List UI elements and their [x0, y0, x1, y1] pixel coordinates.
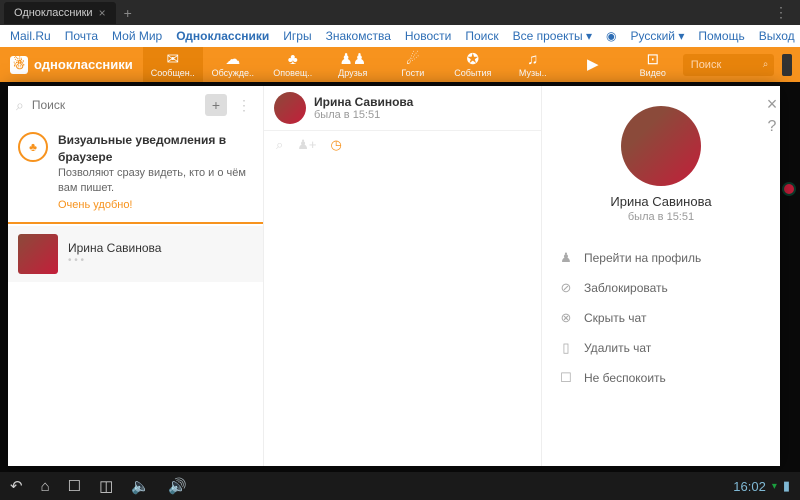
wifi-icon: ▾	[772, 481, 777, 492]
close-icon[interactable]: ×	[99, 6, 106, 20]
block-icon: ⊘	[558, 280, 574, 296]
more-icon[interactable]: ⋮	[233, 97, 255, 114]
profile-panel: Ирина Савинова была в 15:51 ♟Перейти на …	[541, 86, 780, 466]
portal-links: Mail.Ru Почта Мой Мир Одноклассники Игры…	[0, 25, 800, 47]
nav-friends[interactable]: ♟♟Друзья	[323, 47, 383, 82]
bg-indicator-icon	[782, 182, 796, 196]
chat-tools: ⌕ ♟+ ◷	[264, 131, 541, 159]
messages-modal: × ? ⌕ + ⋮ ♣ Визуальные уведомления в бра…	[8, 86, 780, 466]
search-icon: ⌕	[16, 97, 24, 114]
trash-icon: ▯	[558, 340, 574, 356]
play-icon: ▶	[587, 57, 599, 72]
user-avatar[interactable]	[782, 54, 792, 76]
link-help[interactable]: Помощь	[698, 29, 744, 43]
dnd-icon: ☐	[558, 370, 574, 386]
chat-panel: Ирина Савинова была в 15:51 ⌕ ♟+ ◷	[264, 86, 541, 466]
chat-icon: ☁	[225, 52, 240, 67]
link-mailru[interactable]: Mail.Ru	[10, 29, 51, 43]
nav-music[interactable]: ♫Музы..	[503, 47, 563, 82]
nav-notifications[interactable]: ♣Оповещ..	[263, 47, 323, 82]
link-news[interactable]: Новости	[405, 29, 451, 43]
new-tab-button[interactable]: +	[116, 5, 140, 21]
help-button[interactable]: ?	[762, 118, 782, 136]
link-moimir[interactable]: Мой Мир	[112, 29, 162, 43]
group-icon[interactable]: ♟+	[297, 137, 316, 153]
chat-name: Ирина Савинова	[68, 241, 161, 255]
search-icon[interactable]: ⌕	[276, 137, 283, 153]
tab-title: Одноклассники	[14, 7, 93, 19]
notif-title: Визуальные уведомления в браузере	[58, 132, 253, 166]
nav-guests[interactable]: ☄Гости	[383, 47, 443, 82]
nav-messages[interactable]: ✉Сообщен..	[143, 47, 203, 82]
nav-search[interactable]: ⌕	[683, 54, 775, 76]
browser-notif-banner[interactable]: ♣ Визуальные уведомления в браузере Позв…	[8, 124, 263, 224]
link-search[interactable]: Поиск	[465, 29, 498, 43]
person-icon: ♟	[558, 250, 574, 266]
nav-discussions[interactable]: ☁Обсужде..	[203, 47, 263, 82]
chat-list-item[interactable]: Ирина Савинова • • •	[8, 226, 263, 282]
chat-title[interactable]: Ирина Савинова	[314, 95, 413, 109]
action-hide[interactable]: ⊗Скрыть чат	[556, 303, 766, 333]
bell-icon: ♣	[288, 52, 298, 67]
main-nav: ☃ одноклассники ✉Сообщен.. ☁Обсужде.. ♣О…	[0, 47, 800, 82]
clock: 16:02	[733, 479, 766, 494]
nav-play[interactable]: ▶	[563, 47, 623, 82]
music-icon: ♫	[527, 52, 538, 67]
action-profile[interactable]: ♟Перейти на профиль	[556, 243, 766, 273]
menu-icon[interactable]: ⋮	[766, 4, 796, 21]
hide-icon: ⊗	[558, 310, 574, 326]
typing-dots: • • •	[68, 255, 161, 266]
battery-icon: ▮	[783, 478, 790, 494]
profile-avatar[interactable]	[621, 106, 701, 186]
video-icon: ⊡	[646, 52, 659, 67]
search-icon[interactable]: ⌕	[763, 59, 769, 70]
ok-icon: ☃	[10, 56, 28, 74]
link-lang[interactable]: Русский ▾	[630, 29, 684, 43]
volume-up-icon[interactable]: 🔊	[168, 477, 187, 495]
nav-events[interactable]: ✪События	[443, 47, 503, 82]
action-dnd[interactable]: ☐Не беспокоить	[556, 363, 766, 393]
friends-icon: ♟♟	[339, 52, 366, 67]
nav-video[interactable]: ⊡Видео	[623, 47, 683, 82]
avatar[interactable]	[274, 92, 306, 124]
notif-body: Позволяют сразу видеть, кто и о чём вам …	[58, 166, 253, 197]
bell-icon: ♣	[18, 132, 48, 162]
chats-sidebar: ⌕ + ⋮ ♣ Визуальные уведомления в браузер…	[8, 86, 264, 466]
action-block[interactable]: ⊘Заблокировать	[556, 273, 766, 303]
envelope-icon: ✉	[166, 52, 179, 67]
chat-search-input[interactable]	[30, 97, 199, 113]
clock-icon[interactable]: ◷	[331, 137, 342, 153]
home-icon[interactable]: ⌂	[41, 478, 50, 495]
back-icon[interactable]: ↶	[10, 477, 23, 495]
action-delete[interactable]: ▯Удалить чат	[556, 333, 766, 363]
link-znak[interactable]: Знакомства	[326, 29, 391, 43]
volume-down-icon[interactable]: 🔈	[131, 477, 150, 495]
close-modal-button[interactable]: ×	[762, 94, 782, 115]
avatar	[18, 234, 58, 274]
notif-sub: Очень удобно!	[58, 198, 253, 213]
add-chat-button[interactable]: +	[205, 94, 227, 116]
link-ok[interactable]: Одноклассники	[176, 29, 269, 43]
nav-search-input[interactable]	[689, 58, 763, 72]
profile-name[interactable]: Ирина Савинова	[556, 194, 766, 209]
link-exit[interactable]: Выход	[759, 29, 795, 43]
screenshot-icon[interactable]: ◫	[99, 477, 113, 495]
link-pochta[interactable]: Почта	[65, 29, 98, 43]
browser-tab[interactable]: Одноклассники ×	[4, 2, 116, 24]
link-projects[interactable]: Все проекты ▾	[513, 29, 592, 43]
globe-icon: ◉	[606, 29, 616, 43]
events-icon: ✪	[466, 52, 479, 67]
guests-icon: ☄	[406, 52, 419, 67]
chat-status: была в 15:51	[314, 109, 413, 121]
logo[interactable]: ☃ одноклассники	[0, 56, 143, 74]
recent-icon[interactable]: ☐	[68, 477, 81, 495]
android-navbar: ↶ ⌂ ☐ ◫ 🔈 🔊 16:02 ▾ ▮	[0, 472, 800, 500]
link-games[interactable]: Игры	[283, 29, 311, 43]
chat-header: Ирина Савинова была в 15:51	[264, 86, 541, 131]
profile-status: была в 15:51	[556, 211, 766, 223]
